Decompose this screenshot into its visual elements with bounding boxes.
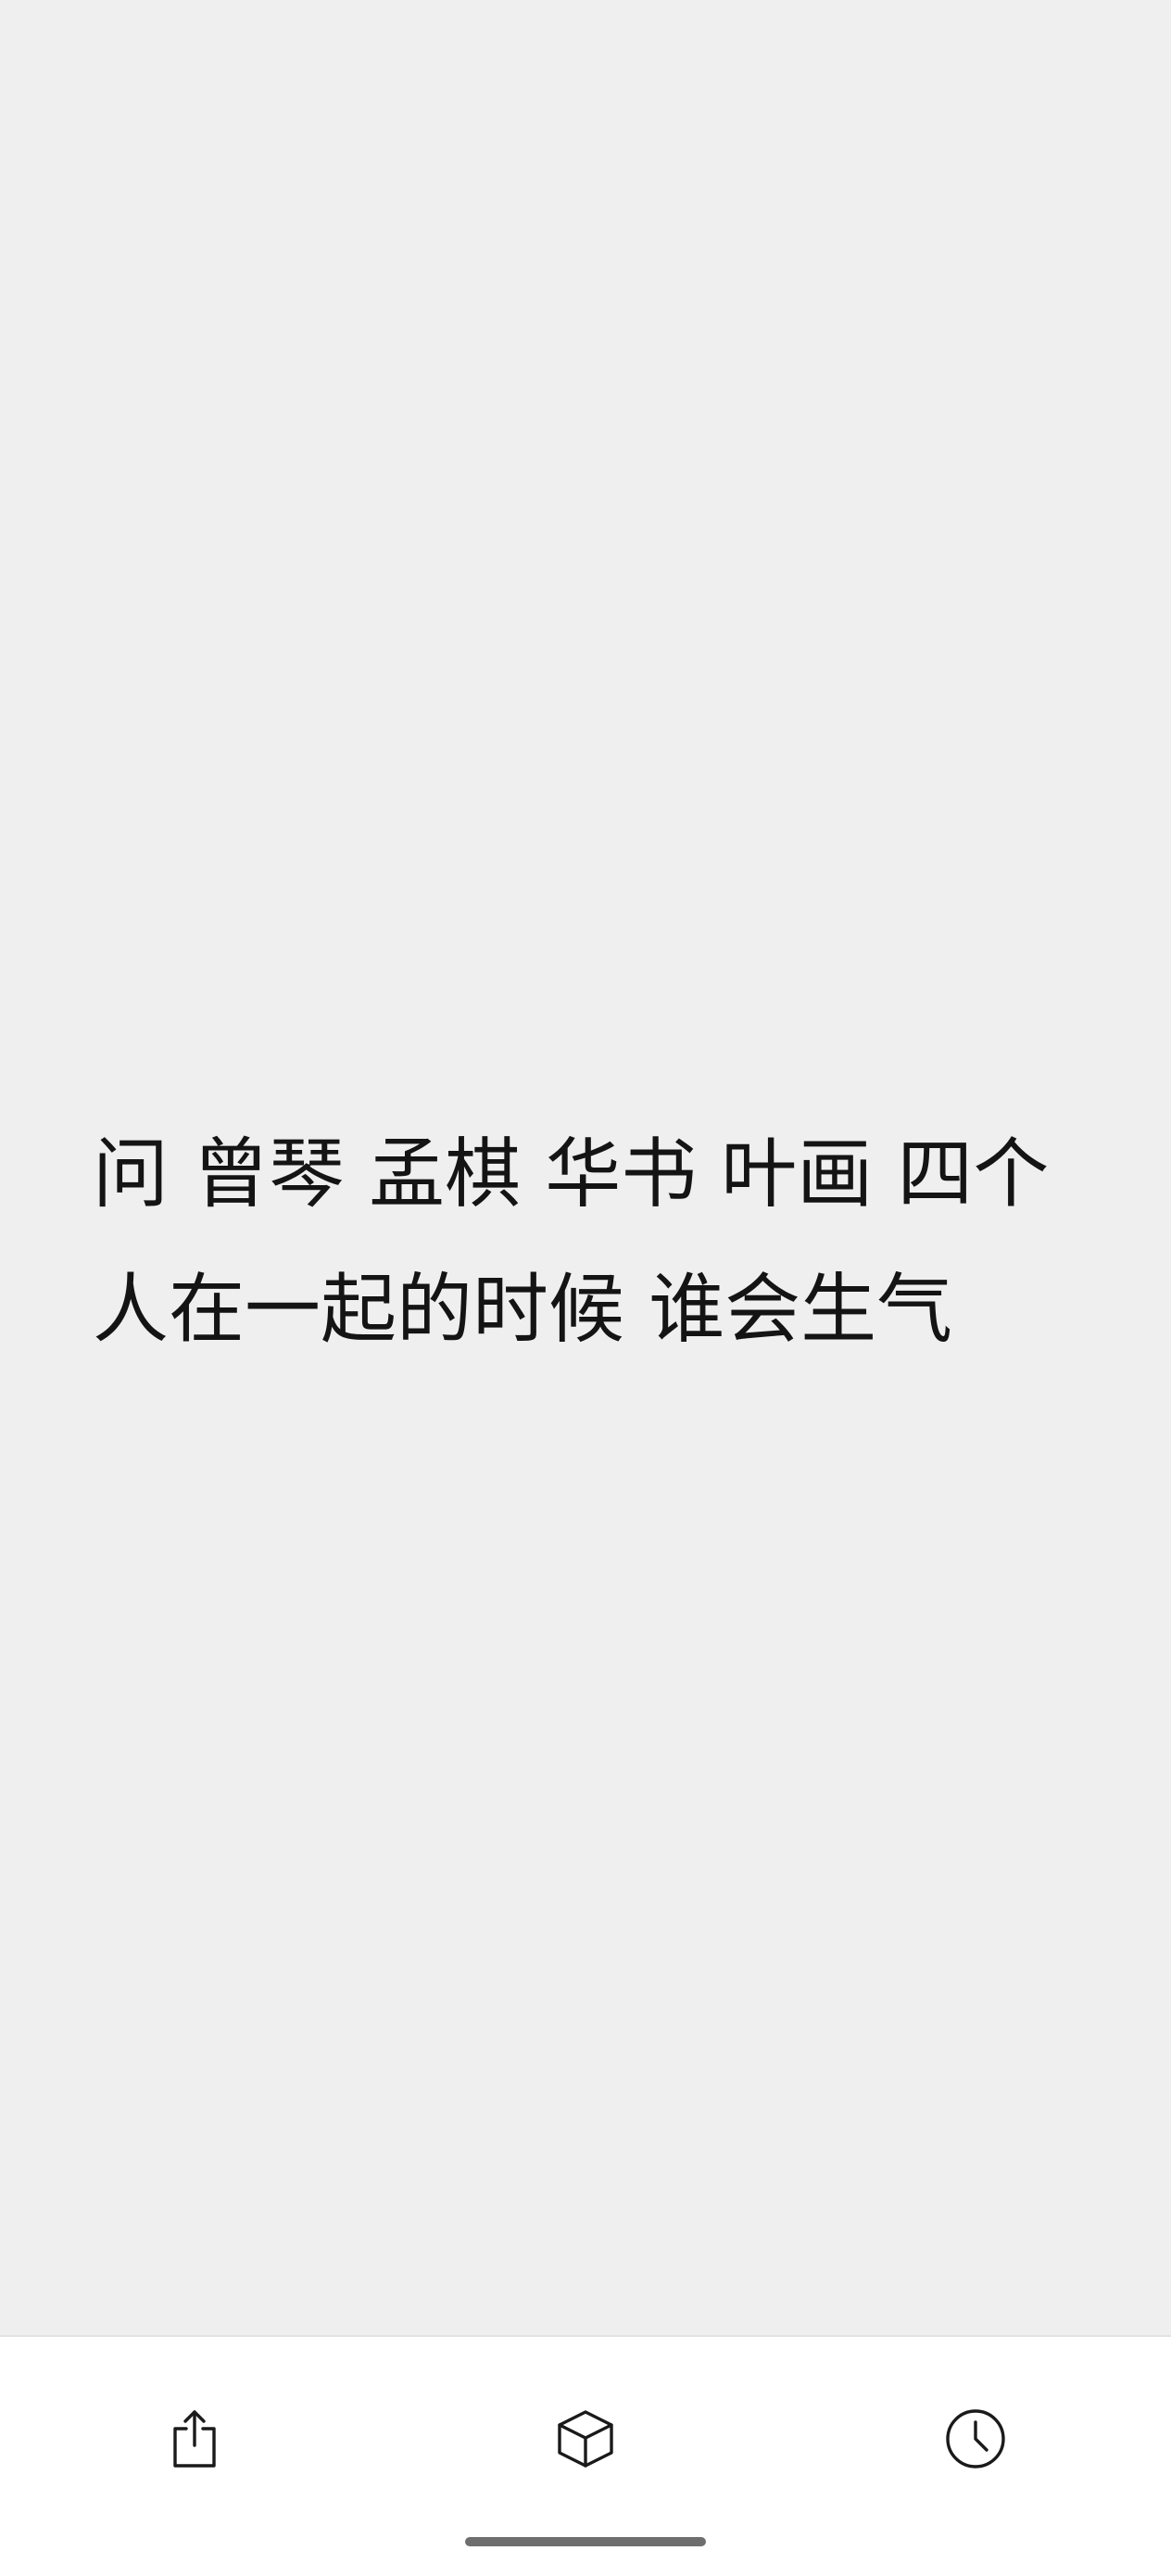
box-button[interactable] <box>530 2383 641 2494</box>
content-area: 问 曾琴 孟棋 华书 叶画 四个人在一起的时候 谁会生气 <box>0 0 1171 2335</box>
share-icon <box>167 2408 222 2469</box>
clock-icon <box>944 2407 1007 2470</box>
app-screen: 问 曾琴 孟棋 华书 叶画 四个人在一起的时候 谁会生气 <box>0 0 1171 2576</box>
share-button[interactable] <box>139 2383 250 2494</box>
history-button[interactable] <box>920 2383 1031 2494</box>
bottom-toolbar <box>0 2335 1171 2576</box>
riddle-text: 问 曾琴 孟棋 华书 叶画 四个人在一起的时候 谁会生气 <box>93 1130 1050 1354</box>
home-indicator[interactable] <box>465 2537 706 2546</box>
box-icon <box>556 2408 615 2469</box>
